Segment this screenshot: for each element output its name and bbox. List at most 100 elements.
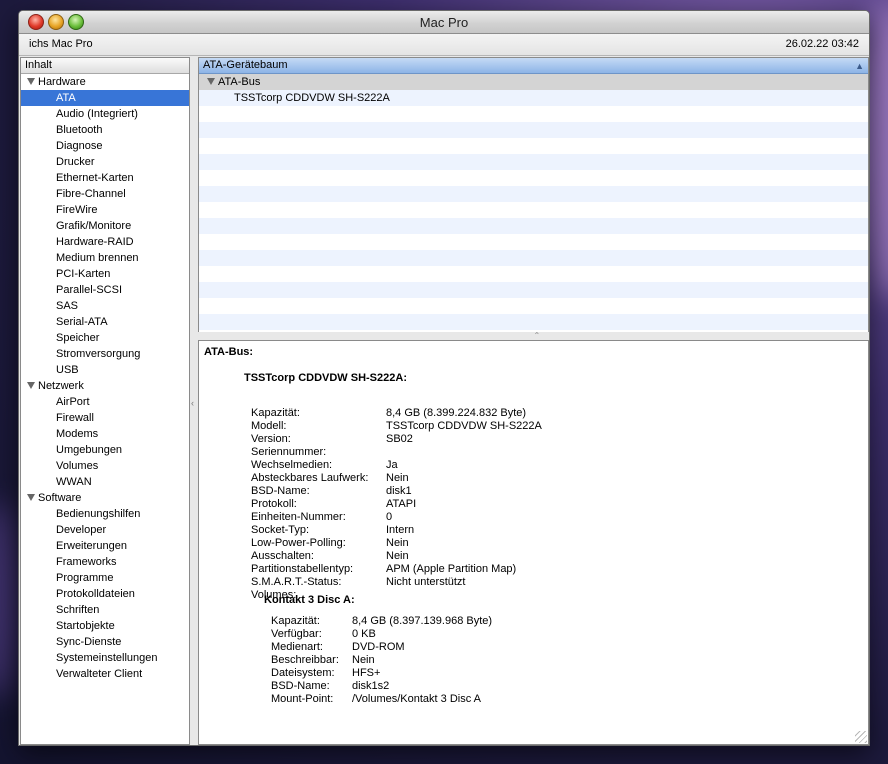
sidebar-item-speicher[interactable]: Speicher <box>21 330 189 346</box>
property-value: 8,4 GB (8.397.139.968 Byte) <box>352 615 493 627</box>
sidebar-item-firewire[interactable]: FireWire <box>21 202 189 218</box>
property-value: 0 KB <box>352 628 376 640</box>
property-key: Einheiten-Nummer: <box>251 511 346 523</box>
sidebar-item-ethernet-karten[interactable]: Ethernet-Karten <box>21 170 189 186</box>
property-value: disk1 <box>386 485 412 497</box>
device-tree-pane: ATA-Gerätebaum ▲ ATA-Bus TSSTcorp CDDVDW… <box>198 57 869 333</box>
sidebar-item-sync-dienste[interactable]: Sync-Dienste <box>21 634 189 650</box>
property-key: Absteckbares Laufwerk: <box>251 472 369 484</box>
detail-pane: ATA-Bus: TSSTcorp CDDVDW SH-S222A: Kapaz… <box>198 340 869 745</box>
window-title: Mac Pro <box>419 15 469 30</box>
tree-row-empty <box>199 186 868 202</box>
tree-row-empty <box>199 218 868 234</box>
tree-row-empty <box>199 202 868 218</box>
sidebar-item-airport[interactable]: AirPort <box>21 394 189 410</box>
tree-row-empty <box>199 234 868 250</box>
property-key: Wechselmedien: <box>251 459 333 471</box>
tree-row-bus[interactable]: ATA-Bus <box>199 74 868 90</box>
sidebar-item-bluetooth[interactable]: Bluetooth <box>21 122 189 138</box>
sidebar-item-audio-integriert[interactable]: Audio (Integriert) <box>21 106 189 122</box>
property-key: Verfügbar: <box>271 628 322 640</box>
disclosure-triangle-icon[interactable] <box>207 77 215 85</box>
sidebar-item-protokolldateien[interactable]: Protokolldateien <box>21 586 189 602</box>
disclosure-triangle-icon[interactable] <box>27 381 35 389</box>
sidebar-item-drucker[interactable]: Drucker <box>21 154 189 170</box>
property-key: Kapazität: <box>271 615 320 627</box>
sidebar-item-frameworks[interactable]: Frameworks <box>21 554 189 570</box>
property-key: Partitionstabellentyp: <box>251 563 354 575</box>
sidebar-item-firewall[interactable]: Firewall <box>21 410 189 426</box>
sidebar-item-volumes[interactable]: Volumes <box>21 458 189 474</box>
property-key: BSD-Name: <box>251 485 310 497</box>
sidebar-item-modems[interactable]: Modems <box>21 426 189 442</box>
sidebar-item-medium-brennen[interactable]: Medium brennen <box>21 250 189 266</box>
sort-ascending-icon[interactable]: ▲ <box>855 59 864 74</box>
property-value: Nein <box>386 550 409 562</box>
sidebar-item-diagnose[interactable]: Diagnose <box>21 138 189 154</box>
device-heading: TSSTcorp CDDVDW SH-S222A: <box>244 372 407 384</box>
property-value: HFS+ <box>352 667 381 679</box>
system-profiler-window: Mac Pro ichs Mac Pro 26.02.22 03:42 Inha… <box>18 10 870 746</box>
tree-row-empty <box>199 138 868 154</box>
sidebar-header[interactable]: Inhalt <box>21 58 189 74</box>
sidebar-item-serial-ata[interactable]: Serial-ATA <box>21 314 189 330</box>
property-key: Dateisystem: <box>271 667 335 679</box>
sidebar-item-startobjekte[interactable]: Startobjekte <box>21 618 189 634</box>
sidebar-item-bedienungshilfen[interactable]: Bedienungshilfen <box>21 506 189 522</box>
property-value: DVD-ROM <box>352 641 405 653</box>
property-key: Protokoll: <box>251 498 297 510</box>
sidebar-item-programme[interactable]: Programme <box>21 570 189 586</box>
property-value: SB02 <box>386 433 413 445</box>
tree-row-empty <box>199 154 868 170</box>
sidebar-group-netzwerk[interactable]: Netzwerk <box>21 378 189 394</box>
sidebar-item-fibre-channel[interactable]: Fibre-Channel <box>21 186 189 202</box>
resize-grip-icon[interactable] <box>855 731 867 743</box>
sidebar-item-schriften[interactable]: Schriften <box>21 602 189 618</box>
sidebar-item-parallel-scsi[interactable]: Parallel-SCSI <box>21 282 189 298</box>
sidebar-item-developer[interactable]: Developer <box>21 522 189 538</box>
vertical-splitter[interactable]: ‹ <box>190 57 198 745</box>
sidebar-item-wwan[interactable]: WWAN <box>21 474 189 490</box>
sidebar-item-usb[interactable]: USB <box>21 362 189 378</box>
property-value: ATAPI <box>386 498 417 510</box>
sidebar-group-hardware[interactable]: Hardware <box>21 74 189 90</box>
sidebar-item-stromversorgung[interactable]: Stromversorgung <box>21 346 189 362</box>
tree-row-device[interactable]: TSSTcorp CDDVDW SH-S222A <box>199 90 868 106</box>
device-tree-rows: ATA-Bus TSSTcorp CDDVDW SH-S222A <box>199 74 868 330</box>
sidebar-item-hardware-raid[interactable]: Hardware-RAID <box>21 234 189 250</box>
property-value: Nein <box>386 472 409 484</box>
tree-row-empty <box>199 170 868 186</box>
horizontal-splitter[interactable]: ⌃ <box>198 331 869 340</box>
sidebar-group-software[interactable]: Software <box>21 490 189 506</box>
sidebar-item-pci-karten[interactable]: PCI-Karten <box>21 266 189 282</box>
property-value: APM (Apple Partition Map) <box>386 563 517 575</box>
property-key: Socket-Typ: <box>251 524 310 536</box>
report-datetime: 26.02.22 03:42 <box>785 38 859 50</box>
sidebar-item-verwalteter-client[interactable]: Verwalteter Client <box>21 666 189 682</box>
disclosure-triangle-icon[interactable] <box>27 77 35 85</box>
desktop-glow <box>0 500 20 700</box>
property-value: Nein <box>386 537 409 549</box>
sidebar-group-label: Netzwerk <box>38 380 84 392</box>
property-value: 8,4 GB (8.399.224.832 Byte) <box>386 407 527 419</box>
tree-row-empty <box>199 266 868 282</box>
sidebar-item-grafik-monitore[interactable]: Grafik/Monitore <box>21 218 189 234</box>
contents-sidebar: Inhalt Hardware ATA Audio (Integriert) Blue… <box>20 57 190 745</box>
info-bar: ichs Mac Pro 26.02.22 03:42 <box>19 34 869 56</box>
sidebar-item-ata[interactable]: ATA <box>21 90 189 106</box>
tree-row-device-label: TSSTcorp CDDVDW SH-S222A <box>234 92 390 104</box>
splitter-dimple-icon: ⌃ <box>533 331 541 340</box>
volume-heading: Kontakt 3 Disc A: <box>264 594 355 606</box>
property-key: Version: <box>251 433 291 445</box>
tree-row-empty <box>199 282 868 298</box>
computer-name: ichs Mac Pro <box>29 38 93 50</box>
title-bar[interactable]: Mac Pro <box>19 11 869 34</box>
disclosure-triangle-icon[interactable] <box>27 493 35 501</box>
sidebar-item-umgebungen[interactable]: Umgebungen <box>21 442 189 458</box>
tree-row-empty <box>199 298 868 314</box>
sidebar-item-sas[interactable]: SAS <box>21 298 189 314</box>
sidebar-item-erweiterungen[interactable]: Erweiterungen <box>21 538 189 554</box>
sidebar-item-systemeinstellungen[interactable]: Systemeinstellungen <box>21 650 189 666</box>
property-key: Modell: <box>251 420 287 432</box>
device-tree-header[interactable]: ATA-Gerätebaum ▲ <box>199 58 868 74</box>
